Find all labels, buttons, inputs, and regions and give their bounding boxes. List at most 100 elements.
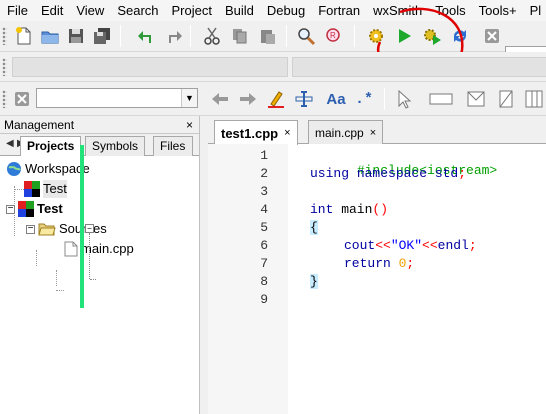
regex-icon[interactable]: .* [352,87,376,111]
tab-scroll-left-icon[interactable]: ◀ [6,138,14,149]
tree-item-project-test-active[interactable]: − Test [6,200,63,218]
toolbar-separator [384,88,385,110]
paste-icon[interactable] [256,24,280,48]
tree-line [56,270,57,286]
save-all-icon[interactable] [90,24,114,48]
tree-line [36,250,37,266]
menu-file[interactable]: File [0,0,34,21]
menu-bar: File Edit View Search Project Build Debu… [0,0,546,21]
tree-label-project1: Test [43,180,67,198]
menu-build[interactable]: Build [218,0,260,21]
close-icon[interactable]: × [186,116,193,134]
match-case-icon[interactable]: Aa [322,87,350,111]
tree-item-main-cpp[interactable]: main.cpp [64,240,134,258]
clear-search-icon[interactable] [10,87,34,111]
rectangle-shape-icon[interactable] [426,87,456,111]
management-title-bar: Management × [0,116,199,134]
code-token: ; [458,166,467,181]
toolbar-grip[interactable] [2,90,7,108]
tree-line [56,290,64,291]
regex-label: .* [354,90,373,108]
tab-main-cpp[interactable]: main.cpp × [308,120,384,144]
code-completion-symbol[interactable] [292,57,546,77]
pointer-icon[interactable] [392,87,416,111]
open-file-icon[interactable] [38,24,62,48]
undo-icon[interactable] [134,24,158,48]
code-line-8: } [310,274,318,289]
code-token: std [427,166,459,181]
menu-project[interactable]: Project [165,0,218,21]
arrow-right-icon[interactable] [236,87,260,111]
code-token: endl [437,238,469,253]
menu-tools-plus[interactable]: Tools+ [472,0,523,21]
tree-collapse-icon[interactable]: − [6,203,15,214]
management-tabs: ◀ ▶ Projects Symbols Files [0,134,199,157]
tree-label-project2: Test [37,201,63,216]
code-token: int [310,202,334,217]
fold-guide-end [90,279,96,280]
code-line-6: cout<<"OK"<<endl; [344,238,477,253]
toolbar-separator [286,25,287,47]
toolbar-separator [354,25,355,47]
abort-icon[interactable] [480,24,504,48]
toolbar-separator [190,25,191,47]
tab-files[interactable]: Files [153,136,193,156]
tree-item-workspace[interactable]: Workspace [6,160,90,178]
fold-guide [89,233,90,279]
tab-label: test1.cpp [221,125,279,141]
match-case-label: Aa [326,90,346,108]
menu-fortran[interactable]: Fortran [311,0,366,21]
menu-edit[interactable]: Edit [34,0,69,21]
code-area[interactable]: #include<iostream> using namespace std; … [208,144,546,414]
search-toolbar: ▼ Aa .* [0,82,546,116]
cut-icon[interactable] [200,24,224,48]
copy-icon[interactable] [228,24,252,48]
menu-view[interactable]: View [69,0,110,21]
tab-projects[interactable]: Projects [20,136,82,157]
tree-item-project-test-inactive[interactable]: Test [24,180,67,198]
codeblocks-window: File Edit View Search Project Build Debu… [0,0,546,414]
find-icon[interactable] [294,24,318,48]
changed-lines-bar [80,145,84,308]
code-line-7: return 0; [344,256,414,271]
code-token: namespace [349,166,428,181]
code-token: cout [344,238,376,253]
search-input[interactable]: ▼ [36,88,198,108]
envelope-icon[interactable] [464,87,488,111]
code-line-2: using namespace std; [310,166,466,181]
management-title: Management [4,118,75,132]
replace-icon[interactable]: R [322,24,346,48]
close-icon[interactable]: × [284,127,290,139]
fold-toggle-icon[interactable]: − [85,224,94,233]
code-line-5: { [310,220,318,235]
highlight-pen-icon[interactable] [264,87,288,111]
document-shape-icon[interactable] [494,87,518,111]
toolbar-grip[interactable] [2,58,7,76]
code-completion-scope[interactable] [12,57,288,77]
toolbar-grip[interactable] [2,27,7,45]
tree-item-sources[interactable]: − Sources [26,220,107,238]
menu-search[interactable]: Search [110,0,164,21]
panel-splitter[interactable] [200,116,208,414]
selected-text-icon[interactable] [292,87,316,111]
chevron-down-icon[interactable]: ▼ [181,89,197,107]
editor-tabs: test1.cpp × main.cpp × [208,116,546,145]
tab-test1-cpp[interactable]: test1.cpp × [214,120,298,145]
menu-plugins[interactable]: Pl [523,0,546,21]
code-token: << [422,238,438,253]
tree-collapse-icon[interactable]: − [26,223,35,234]
tree-line [14,189,24,190]
new-file-icon[interactable] [12,24,36,48]
code-token: "OK" [390,238,423,253]
menu-debug[interactable]: Debug [260,0,311,21]
arrow-left-icon[interactable] [208,87,232,111]
code-line-4: int main() [310,202,388,217]
save-icon[interactable] [64,24,88,48]
grid-shape-icon[interactable] [522,87,546,111]
code-token: { [310,220,318,235]
close-icon[interactable]: × [370,127,376,139]
project-icon [18,201,34,217]
code-token: ; [468,238,477,253]
tab-symbols[interactable]: Symbols [85,136,146,156]
redo-icon[interactable] [162,24,186,48]
